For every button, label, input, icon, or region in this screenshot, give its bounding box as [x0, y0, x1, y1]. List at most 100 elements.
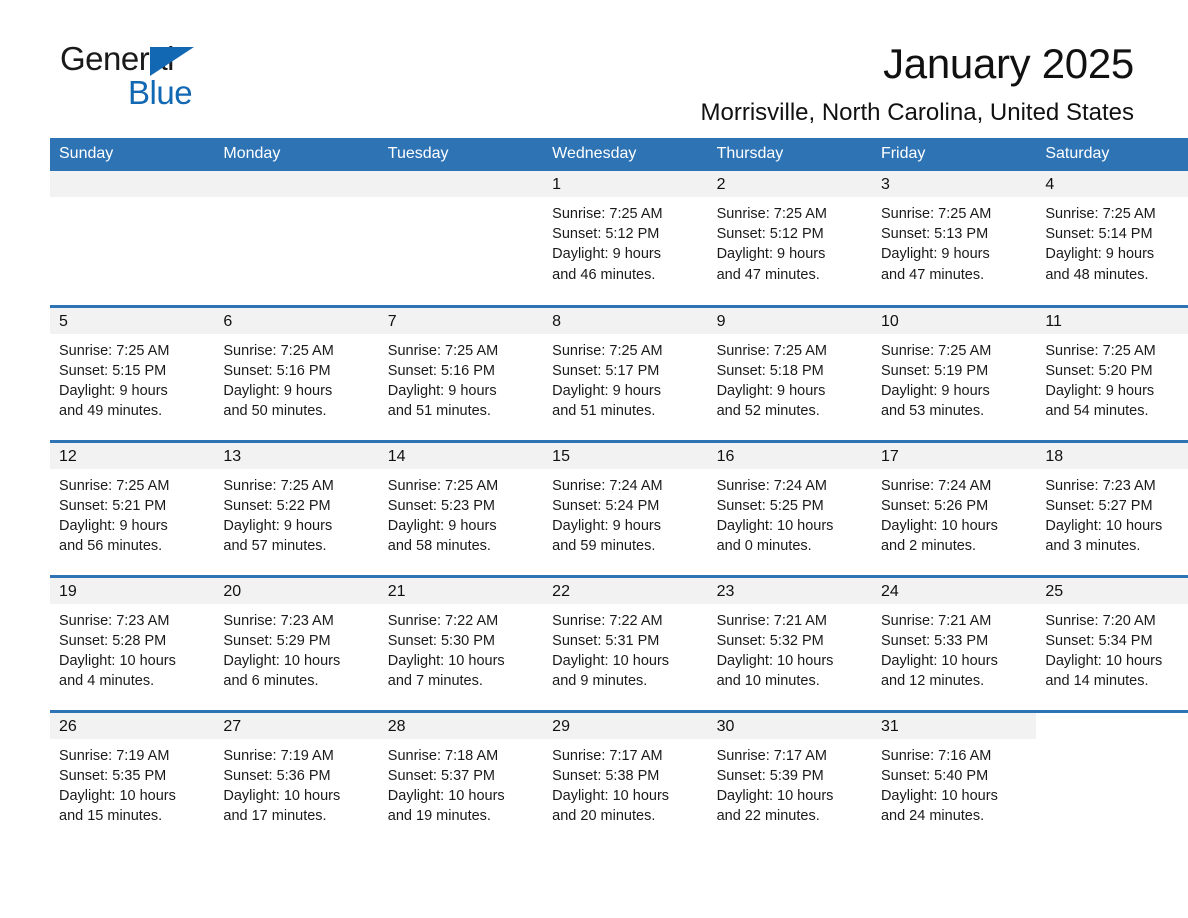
calendar-header-row: Sunday Monday Tuesday Wednesday Thursday Frid…: [50, 138, 1188, 171]
day-detail-line: and 56 minutes.: [59, 538, 163, 555]
day-number: 9: [707, 307, 872, 334]
day-detail-line: Sunrise: 7:18 AM: [387, 747, 499, 764]
day-detail-line: Daylight: 9 hours: [59, 382, 168, 399]
calendar-day-cell[interactable]: 28 Sunrise: 7:18 AM Sunset: 5:37 PM Dayligh…: [378, 709, 544, 846]
day-detail-line: Sunrise: 7:19 AM: [223, 747, 334, 764]
calendar-week-row: 12 Sunrise: 7:25 AM Sunset: 5:21 PM Dayligh…: [50, 439, 1188, 576]
logo-text-blue: Blue: [128, 74, 193, 111]
day-detail-line: and 46 minutes.: [552, 266, 656, 283]
calendar-day-cell[interactable]: 1 Sunrise: 7:25 AM Sunset: 5:12 PM Daylight…: [543, 171, 708, 306]
calendar-day-cell[interactable]: 25 Sunrise: 7:20 AM Sunset: 5:34 PM Dayligh…: [1036, 574, 1188, 711]
day-detail-line: and 17 minutes.: [223, 808, 327, 825]
day-detail-line: Daylight: 9 hours: [223, 382, 333, 399]
day-number: 24: [871, 577, 1037, 604]
day-details: Sunrise: 7:23 AM Sunset: 5:27 PM Daylight:…: [1036, 469, 1188, 557]
calendar-day-cell[interactable]: 14 Sunrise: 7:25 AM Sunset: 5:23 PM Dayligh…: [378, 439, 544, 576]
day-detail-line: Sunset: 5:34 PM: [1045, 632, 1153, 649]
day-detail-line: Sunrise: 7:25 AM: [387, 477, 499, 494]
location-subtitle: Morrisville, North Carolina, United Stat…: [700, 99, 1135, 126]
day-details: Sunrise: 7:25 AM Sunset: 5:19 PM Daylight:…: [872, 334, 1036, 422]
day-detail-line: Sunset: 5:15 PM: [59, 362, 167, 379]
day-number: 10: [871, 307, 1037, 334]
calendar-week-row: 19 Sunrise: 7:23 AM Sunset: 5:28 PM Dayligh…: [50, 574, 1188, 711]
day-number: 18: [1036, 442, 1188, 469]
day-detail-line: Sunrise: 7:17 AM: [552, 747, 663, 764]
calendar-day-cell[interactable]: 12 Sunrise: 7:25 AM Sunset: 5:21 PM Dayligh…: [50, 439, 215, 576]
day-detail-line: Sunrise: 7:22 AM: [552, 612, 663, 629]
calendar-day-cell[interactable]: 10 Sunrise: 7:25 AM Sunset: 5:19 PM Dayligh…: [871, 304, 1037, 441]
day-detail-line: Sunrise: 7:21 AM: [880, 612, 992, 629]
day-detail-line: Sunrise: 7:25 AM: [59, 477, 170, 494]
calendar-day-cell[interactable]: 8 Sunrise: 7:25 AM Sunset: 5:17 PM Daylight…: [543, 304, 708, 441]
calendar-day-cell[interactable]: 17 Sunrise: 7:24 AM Sunset: 5:26 PM Dayligh…: [871, 439, 1037, 576]
day-detail-line: Sunrise: 7:24 AM: [880, 477, 992, 494]
day-detail-line: Sunset: 5:39 PM: [716, 767, 824, 784]
calendar-day-cell[interactable]: 5 Sunrise: 7:25 AM Sunset: 5:15 PM Daylight…: [50, 304, 215, 441]
day-details: Sunrise: 7:21 AM Sunset: 5:33 PM Daylight:…: [872, 604, 1036, 692]
day-number: 17: [871, 442, 1037, 469]
day-details: Sunrise: 7:24 AM Sunset: 5:24 PM Daylight:…: [543, 469, 707, 557]
day-details: Sunrise: 7:23 AM Sunset: 5:28 PM Daylight:…: [50, 604, 214, 692]
day-number: [214, 171, 379, 197]
day-detail-line: Sunrise: 7:25 AM: [552, 342, 663, 359]
day-number: 27: [214, 712, 379, 739]
calendar-day-cell[interactable]: 9 Sunrise: 7:25 AM Sunset: 5:18 PM Daylight…: [707, 304, 872, 441]
day-detail-line: Daylight: 10 hours: [880, 517, 998, 534]
calendar-day-cell[interactable]: 21 Sunrise: 7:22 AM Sunset: 5:30 PM Dayligh…: [378, 574, 544, 711]
day-number: 1: [543, 171, 708, 197]
weekday-header-wednesday: Wednesday: [543, 138, 708, 171]
day-detail-line: Sunset: 5:24 PM: [552, 497, 660, 514]
calendar-day-cell[interactable]: 11 Sunrise: 7:25 AM Sunset: 5:20 PM Dayligh…: [1036, 304, 1188, 441]
calendar-day-cell[interactable]: 27 Sunrise: 7:19 AM Sunset: 5:36 PM Dayligh…: [214, 709, 379, 846]
calendar-day-cell[interactable]: 20 Sunrise: 7:23 AM Sunset: 5:29 PM Dayligh…: [214, 574, 379, 711]
calendar-day-cell[interactable]: 24 Sunrise: 7:21 AM Sunset: 5:33 PM Dayligh…: [871, 574, 1037, 711]
day-detail-line: and 0 minutes.: [716, 538, 812, 555]
day-details: Sunrise: 7:17 AM Sunset: 5:39 PM Daylight:…: [708, 739, 872, 827]
calendar-day-cell[interactable]: 7 Sunrise: 7:25 AM Sunset: 5:16 PM Daylight…: [378, 304, 544, 441]
sunrise-sunset-calendar: Sunday Monday Tuesday Wednesday Thursday Frid…: [50, 138, 1188, 846]
day-number: 14: [378, 442, 544, 469]
calendar-day-cell[interactable]: 22 Sunrise: 7:22 AM Sunset: 5:31 PM Dayligh…: [543, 574, 708, 711]
calendar-day-cell[interactable]: 13 Sunrise: 7:25 AM Sunset: 5:22 PM Dayligh…: [214, 439, 379, 576]
calendar-day-cell[interactable]: 30 Sunrise: 7:17 AM Sunset: 5:39 PM Dayligh…: [707, 709, 872, 846]
day-details: Sunrise: 7:25 AM Sunset: 5:23 PM Daylight:…: [379, 469, 543, 557]
day-detail-line: Daylight: 10 hours: [716, 652, 834, 669]
day-details: Sunrise: 7:16 AM Sunset: 5:40 PM Daylight:…: [872, 739, 1036, 827]
day-number: 3: [871, 171, 1037, 197]
day-details: Sunrise: 7:17 AM Sunset: 5:38 PM Daylight:…: [543, 739, 707, 827]
calendar-day-cell[interactable]: 16 Sunrise: 7:24 AM Sunset: 5:25 PM Dayligh…: [707, 439, 872, 576]
weekday-header-thursday: Thursday: [707, 138, 872, 171]
calendar-day-cell[interactable]: 4 Sunrise: 7:25 AM Sunset: 5:14 PM Daylight…: [1036, 171, 1188, 306]
calendar-day-cell[interactable]: 18 Sunrise: 7:23 AM Sunset: 5:27 PM Dayligh…: [1036, 439, 1188, 576]
day-detail-line: Sunset: 5:32 PM: [716, 632, 824, 649]
day-detail-line: Sunset: 5:36 PM: [223, 767, 331, 784]
day-detail-line: Sunset: 5:21 PM: [59, 497, 167, 514]
calendar-day-cell[interactable]: 29 Sunrise: 7:17 AM Sunset: 5:38 PM Dayligh…: [543, 709, 708, 846]
day-detail-line: Sunset: 5:16 PM: [223, 362, 331, 379]
day-number: 23: [707, 577, 872, 604]
day-detail-line: Sunset: 5:27 PM: [1045, 497, 1153, 514]
calendar-day-cell[interactable]: 6 Sunrise: 7:25 AM Sunset: 5:16 PM Daylight…: [214, 304, 379, 441]
day-detail-line: and 54 minutes.: [1045, 403, 1149, 420]
day-number: 7: [378, 307, 544, 334]
calendar-day-cell[interactable]: 3 Sunrise: 7:25 AM Sunset: 5:13 PM Daylight…: [871, 171, 1037, 306]
calendar-day-cell[interactable]: 26 Sunrise: 7:19 AM Sunset: 5:35 PM Dayligh…: [50, 709, 215, 846]
calendar-week-row: 5 Sunrise: 7:25 AM Sunset: 5:15 PM Daylight…: [50, 304, 1188, 441]
day-detail-line: Sunrise: 7:22 AM: [387, 612, 499, 629]
day-detail-line: and 47 minutes.: [716, 266, 820, 283]
day-detail-line: and 52 minutes.: [716, 403, 820, 420]
day-detail-line: and 24 minutes.: [880, 808, 985, 825]
generalblue-logo[interactable]: General Blue: [50, 40, 260, 111]
calendar-day-cell[interactable]: 23 Sunrise: 7:21 AM Sunset: 5:32 PM Dayligh…: [707, 574, 872, 711]
calendar-day-cell[interactable]: 19 Sunrise: 7:23 AM Sunset: 5:28 PM Dayligh…: [50, 574, 215, 711]
day-detail-line: Daylight: 9 hours: [387, 382, 497, 399]
day-detail-line: Daylight: 10 hours: [552, 652, 670, 669]
day-detail-line: Daylight: 9 hours: [59, 517, 168, 534]
calendar-day-cell[interactable]: 2 Sunrise: 7:25 AM Sunset: 5:12 PM Daylight…: [707, 171, 872, 306]
calendar-day-cell[interactable]: 15 Sunrise: 7:24 AM Sunset: 5:24 PM Dayligh…: [543, 439, 708, 576]
day-detail-line: and 47 minutes.: [880, 266, 985, 283]
day-detail-line: Daylight: 9 hours: [552, 517, 661, 534]
day-detail-line: Daylight: 10 hours: [880, 787, 998, 804]
day-detail-line: Daylight: 10 hours: [552, 787, 670, 804]
calendar-day-cell[interactable]: 31 Sunrise: 7:16 AM Sunset: 5:40 PM Dayligh…: [871, 709, 1037, 846]
